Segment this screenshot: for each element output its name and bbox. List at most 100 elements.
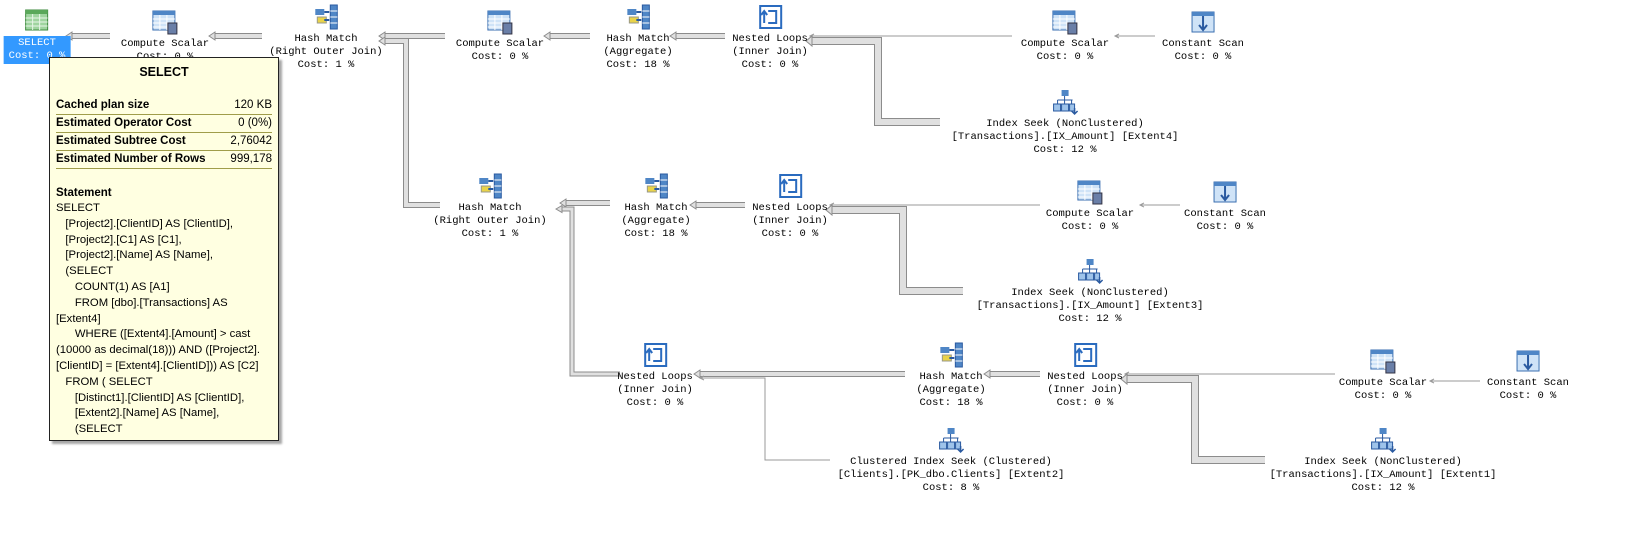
plan-node-compute-scalar[interactable]: Compute ScalarCost: 0 % bbox=[1044, 178, 1136, 234]
constant-scan-icon bbox=[1189, 8, 1217, 36]
node-label: Index Seek (NonClustered) bbox=[986, 118, 1144, 130]
node-label: [Transactions].[IX_Amount] [Extent1] bbox=[1269, 469, 1497, 481]
nested-loops-icon bbox=[756, 3, 784, 31]
plan-node-nested-loops[interactable]: Nested Loops (Inner Join) Cost: 0 % bbox=[615, 341, 695, 410]
compute-scalar-icon bbox=[151, 8, 179, 36]
tooltip-value: 2,76042 bbox=[230, 135, 272, 147]
node-label: [Transactions].[IX_Amount] [Extent4] bbox=[951, 131, 1179, 143]
plan-arrow bbox=[698, 375, 830, 461]
plan-node-compute-scalar[interactable]: Compute ScalarCost: 0 % bbox=[1337, 347, 1429, 403]
node-cost: Cost: 0 % bbox=[1354, 390, 1412, 402]
node-label: Nested Loops bbox=[752, 202, 828, 214]
hash-match-icon bbox=[312, 3, 340, 31]
plan-node-nested-loops[interactable]: Nested Loops (Inner Join) Cost: 0 % bbox=[750, 172, 830, 241]
node-label: Hash Match bbox=[458, 202, 522, 214]
plan-node-index-seek-nonclustered[interactable]: Index Seek (NonClustered) [Transactions].… bbox=[1268, 426, 1499, 495]
nested-loops-icon bbox=[1071, 341, 1099, 369]
hash-match-icon bbox=[476, 172, 504, 200]
plan-node-nested-loops[interactable]: Nested Loops (Inner Join) Cost: 0 % bbox=[730, 3, 810, 72]
tooltip-value: 120 KB bbox=[234, 99, 272, 111]
node-cost: Cost: 18 % bbox=[624, 228, 688, 240]
select-icon bbox=[23, 6, 51, 34]
node-label: Constant Scan bbox=[1162, 38, 1244, 50]
node-cost: Cost: 8 % bbox=[922, 482, 980, 494]
plan-node-index-seek-nonclustered[interactable]: Index Seek (NonClustered) [Transactions].… bbox=[975, 257, 1206, 326]
index-seek-icon bbox=[1051, 88, 1079, 116]
plan-arrow bbox=[1428, 378, 1480, 384]
tooltip-row: Estimated Operator Cost 0 (0%) bbox=[56, 115, 272, 133]
node-cost: Cost: 0 % bbox=[761, 228, 819, 240]
tooltip-value: 999,178 bbox=[230, 153, 272, 165]
plan-arrow bbox=[693, 369, 905, 379]
tooltip-value: 0 (0%) bbox=[238, 117, 272, 129]
compute-scalar-icon bbox=[1076, 178, 1104, 206]
plan-node-compute-scalar[interactable]: Compute ScalarCost: 0 % bbox=[119, 8, 211, 64]
plan-arrow bbox=[825, 203, 963, 295]
hash-match-icon bbox=[937, 341, 965, 369]
tooltip-key: Estimated Operator Cost bbox=[56, 117, 192, 129]
compute-scalar-icon bbox=[486, 8, 514, 36]
node-label: (Aggregate) bbox=[916, 384, 986, 396]
tooltip-key: Estimated Number of Rows bbox=[56, 153, 206, 165]
plan-node-index-seek-nonclustered[interactable]: Index Seek (NonClustered) [Transactions].… bbox=[950, 88, 1181, 157]
node-label: Compute Scalar bbox=[120, 38, 210, 50]
plan-arrow bbox=[805, 34, 940, 126]
node-cost: Cost: 12 % bbox=[1033, 144, 1097, 156]
node-label: (Aggregate) bbox=[621, 215, 691, 227]
plan-node-compute-scalar[interactable]: Compute ScalarCost: 0 % bbox=[454, 8, 546, 64]
plan-node-hash-match[interactable]: Hash Match (Right Outer Join) Cost: 1 % bbox=[431, 172, 548, 241]
plan-node-select[interactable]: SELECT Cost: 0 % bbox=[3, 6, 71, 64]
tooltip-key: Cached plan size bbox=[56, 99, 150, 111]
plan-node-constant-scan[interactable]: Constant Scan Cost: 0 % bbox=[1485, 347, 1571, 403]
tooltip-key: Estimated Subtree Cost bbox=[56, 135, 186, 147]
plan-node-constant-scan[interactable]: Constant Scan Cost: 0 % bbox=[1160, 8, 1246, 64]
plan-arrow bbox=[983, 369, 1040, 379]
plan-arrow bbox=[669, 31, 725, 41]
plan-node-hash-match[interactable]: Hash Match (Right Outer Join) Cost: 1 % bbox=[267, 3, 384, 72]
plan-node-hash-match[interactable]: Hash Match (Aggregate) Cost: 18 % bbox=[601, 3, 674, 72]
node-cost: Cost: 0 % bbox=[1036, 51, 1094, 63]
tooltip-row: Estimated Number of Rows 999,178 bbox=[56, 151, 272, 169]
plan-node-nested-loops[interactable]: Nested Loops (Inner Join) Cost: 0 % bbox=[1045, 341, 1125, 410]
node-label: (Right Outer Join) bbox=[433, 215, 547, 227]
node-label: Compute Scalar bbox=[1020, 38, 1110, 50]
node-label: Hash Match bbox=[294, 33, 358, 45]
constant-scan-icon bbox=[1211, 178, 1239, 206]
node-label: (Inner Join) bbox=[752, 215, 828, 227]
plan-node-compute-scalar[interactable]: Compute ScalarCost: 0 % bbox=[1019, 8, 1111, 64]
node-label: (Right Outer Join) bbox=[269, 46, 383, 58]
plan-arrow bbox=[1120, 372, 1265, 464]
node-cost: Cost: 18 % bbox=[606, 59, 670, 71]
plan-arrow bbox=[1138, 202, 1180, 208]
hash-match-icon bbox=[642, 172, 670, 200]
plan-node-clustered-index-seek-clustered[interactable]: Clustered Index Seek (Clustered) [Clients… bbox=[836, 426, 1067, 495]
clustered-index-seek-icon bbox=[937, 426, 965, 454]
node-cost: Cost: 0 % bbox=[471, 51, 529, 63]
node-cost: Cost: 1 % bbox=[461, 228, 519, 240]
plan-arrow bbox=[1113, 33, 1155, 39]
select-tooltip: SELECT Cached plan size 120 KB Estimated O… bbox=[49, 57, 279, 441]
constant-scan-icon bbox=[1514, 347, 1542, 375]
node-cost: Cost: 12 % bbox=[1058, 313, 1122, 325]
node-label: Hash Match bbox=[919, 371, 983, 383]
node-label: SELECT bbox=[18, 37, 56, 49]
plan-arrow bbox=[65, 31, 110, 41]
node-label: Clustered Index Seek (Clustered) bbox=[850, 456, 1052, 468]
node-cost: Cost: 0 % bbox=[741, 59, 799, 71]
node-label: (Aggregate) bbox=[603, 46, 673, 58]
node-cost: Cost: 0 % bbox=[1196, 221, 1254, 233]
node-label: Hash Match bbox=[606, 33, 670, 45]
plan-node-hash-match[interactable]: Hash Match (Aggregate) Cost: 18 % bbox=[914, 341, 987, 410]
node-label: Nested Loops bbox=[1047, 371, 1123, 383]
statement-label: Statement bbox=[56, 187, 112, 199]
index-seek-icon bbox=[1369, 426, 1397, 454]
plan-node-constant-scan[interactable]: Constant Scan Cost: 0 % bbox=[1182, 178, 1268, 234]
tooltip-title: SELECT bbox=[139, 65, 189, 79]
plan-node-hash-match[interactable]: Hash Match (Aggregate) Cost: 18 % bbox=[619, 172, 692, 241]
node-cost: Cost: 12 % bbox=[1351, 482, 1415, 494]
node-cost: Cost: 0 % bbox=[1499, 390, 1557, 402]
nested-loops-icon bbox=[776, 172, 804, 200]
plan-arrow bbox=[559, 198, 610, 208]
node-label: Compute Scalar bbox=[455, 38, 545, 50]
node-cost: Cost: 0 % bbox=[1174, 51, 1232, 63]
